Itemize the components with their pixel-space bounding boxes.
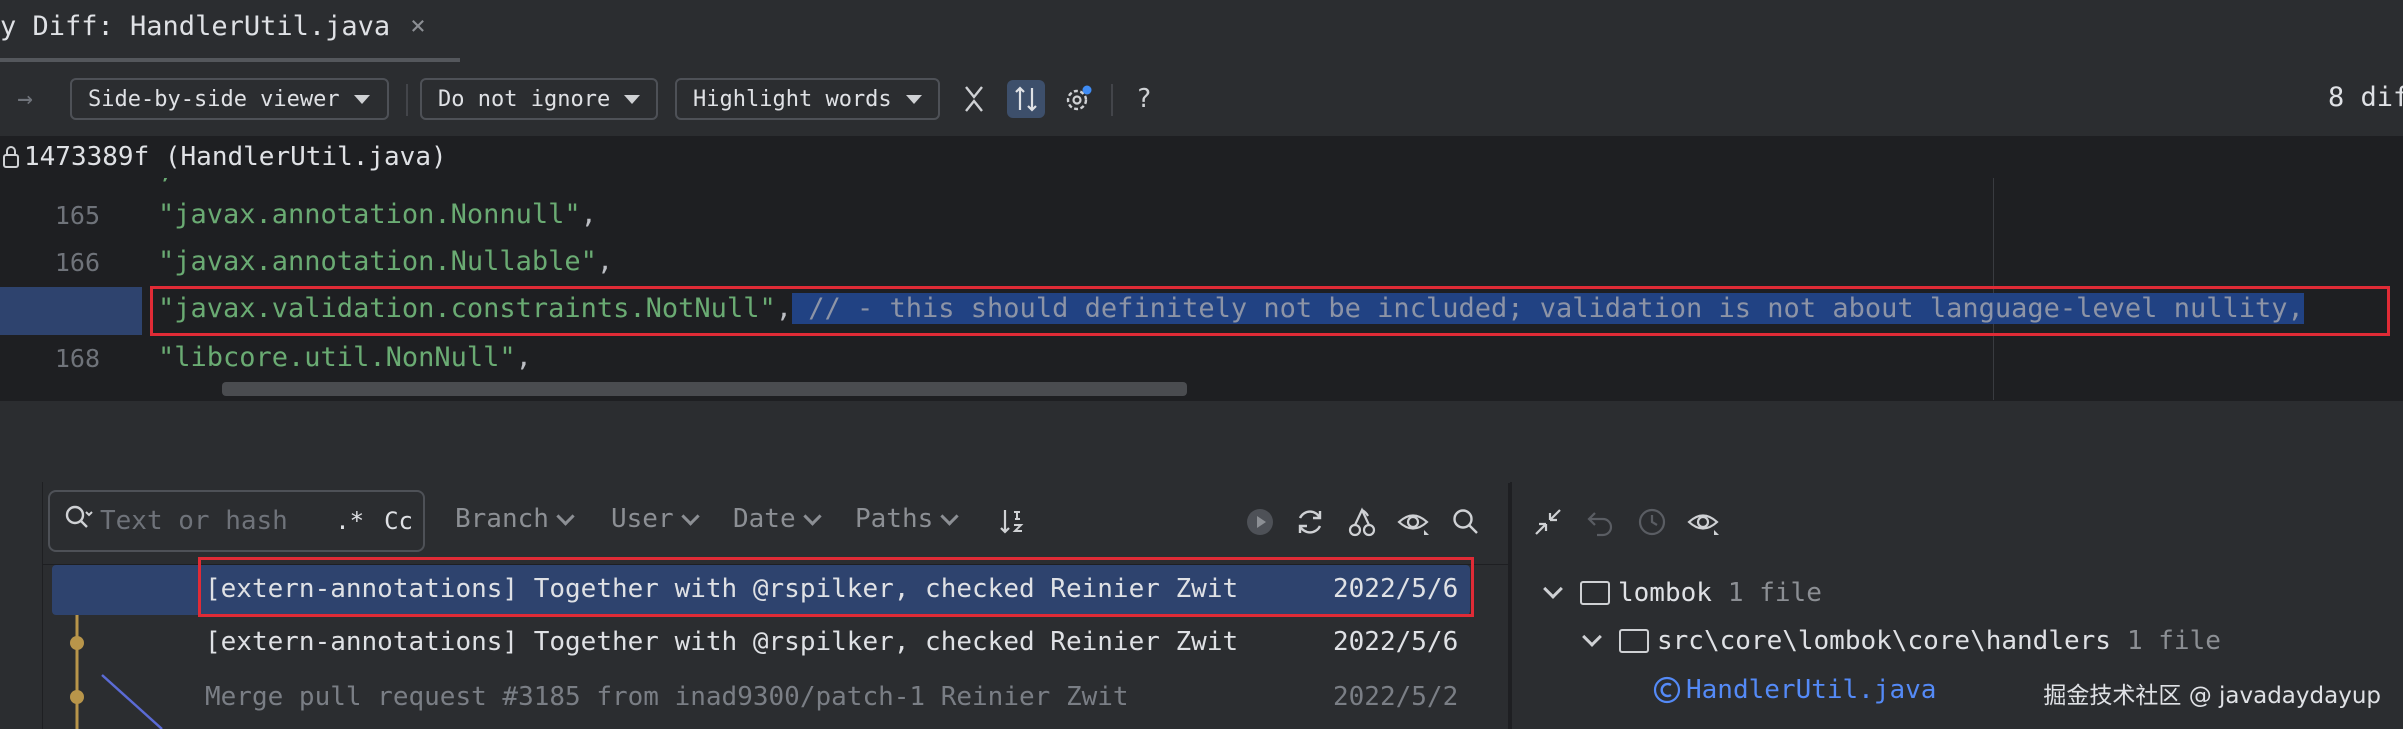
commit-message-text: [extern-annotations] Together with @rspi… xyxy=(205,627,1035,657)
tree-node-folder[interactable]: src\core\lombok\core\handlers 1 file xyxy=(1582,626,2221,656)
help-button[interactable]: ? xyxy=(1125,80,1163,118)
lock-icon xyxy=(3,146,19,168)
selected-line-gutter xyxy=(0,287,142,335)
cherry-pick-icon[interactable] xyxy=(1344,504,1380,540)
viewer-mode-dropdown[interactable]: Side-by-side viewer xyxy=(70,78,389,120)
chevron-down-icon xyxy=(624,94,641,104)
diff-count: 8 dif xyxy=(2328,82,2403,113)
search-input[interactable] xyxy=(98,505,332,537)
horizontal-scrollbar[interactable] xyxy=(222,382,1187,396)
code-punctuation: , xyxy=(515,342,532,373)
history-clock-icon[interactable] xyxy=(1634,504,1670,540)
chevron-down-icon[interactable] xyxy=(1582,627,1602,647)
close-icon[interactable]: × xyxy=(410,11,426,41)
code-string: "javax.annotation.Nonnull" xyxy=(158,199,581,230)
code-string: "libcore.util.NonNull" xyxy=(158,342,516,373)
chevron-down-icon xyxy=(940,506,959,526)
left-tool-strip xyxy=(0,482,43,729)
commit-message[interactable]: Merge pull request #3185 from inad9300/p… xyxy=(205,682,1129,712)
undo-icon[interactable] xyxy=(1582,504,1618,540)
settings-gear-icon[interactable] xyxy=(1059,80,1097,118)
diff-tab[interactable]: y Diff: HandlerUtil.java × xyxy=(0,0,426,52)
match-case-toggle[interactable]: Cc xyxy=(384,507,413,535)
sort-icon[interactable] xyxy=(994,504,1030,540)
file-name: HandlerUtil.java xyxy=(1686,675,1937,705)
file-count: 1 file xyxy=(2126,626,2221,656)
ignore-label: Do not ignore xyxy=(438,86,611,112)
expand-collapse-icon[interactable] xyxy=(1530,504,1566,540)
code-line: "libcore.util.NonNull", xyxy=(158,342,532,373)
revision-label: 1473389f (HandlerUtil.java) xyxy=(24,142,447,172)
sync-scroll-icon[interactable] xyxy=(1007,80,1045,118)
eye-icon[interactable] xyxy=(1686,504,1722,540)
toolbar-separator xyxy=(406,84,408,116)
tree-node-root[interactable]: lombok 1 file xyxy=(1543,578,1822,608)
java-class-icon xyxy=(1653,676,1681,704)
log-search-box[interactable]: .* Cc xyxy=(48,490,425,552)
chevron-down-icon xyxy=(556,506,575,526)
code-string: "javax.annotation.Nullable" xyxy=(158,246,597,277)
chevron-down-icon[interactable] xyxy=(1543,579,1563,599)
commit-date: 2022/5/2 xyxy=(1333,682,1459,712)
paths-filter-label: Paths xyxy=(855,504,934,534)
highlight-label: Highlight words xyxy=(693,86,892,112)
search-icon[interactable] xyxy=(64,504,98,539)
commit-author: Reinier Zwit xyxy=(940,682,1129,712)
code-line-partial: , xyxy=(158,178,174,185)
code-line: "javax.annotation.Nullable", xyxy=(158,246,613,277)
line-number: 165 xyxy=(54,201,100,230)
highlight-mode-dropdown[interactable]: Highlight words xyxy=(675,78,940,120)
date-filter-label: Date xyxy=(733,504,796,534)
highlight-box xyxy=(150,286,2390,336)
collapse-unchanged-icon[interactable] xyxy=(955,80,993,118)
chevron-down-icon xyxy=(905,94,922,104)
chevron-down-icon xyxy=(680,506,700,526)
folder-icon xyxy=(1619,629,1649,653)
user-filter-label: User xyxy=(611,504,674,534)
ignore-whitespace-dropdown[interactable]: Do not ignore xyxy=(420,78,658,120)
user-filter[interactable]: User xyxy=(611,504,700,534)
refresh-icon[interactable] xyxy=(1292,504,1328,540)
revision-header: 1473389f (HandlerUtil.java) xyxy=(0,136,2403,178)
paths-filter[interactable]: Paths xyxy=(855,504,959,534)
commit-message-text: Merge pull request #3185 from inad9300/p… xyxy=(205,682,926,712)
tree-node-label: lombok xyxy=(1618,578,1712,608)
toolbar-separator xyxy=(1111,84,1113,116)
viewer-mode-label: Side-by-side viewer xyxy=(88,86,340,112)
cherry-pick-play-icon[interactable] xyxy=(1242,504,1278,540)
commit-message[interactable]: [extern-annotations] Together with @rspi… xyxy=(205,627,1238,657)
tree-node-file[interactable]: HandlerUtil.java xyxy=(1652,675,1936,705)
chevron-down-icon xyxy=(802,506,822,526)
regex-toggle[interactable]: .* xyxy=(335,507,364,535)
date-filter[interactable]: Date xyxy=(733,504,822,534)
commit-date: 2022/5/6 xyxy=(1333,627,1459,657)
watermark: 掘金技术社区 @ javadaydayup xyxy=(2043,683,2381,709)
commit-author: Reinier Zwit xyxy=(1050,627,1239,657)
module-folder-icon xyxy=(1580,581,1610,605)
next-arrow-icon[interactable]: → xyxy=(6,80,44,118)
line-number: 166 xyxy=(54,248,100,277)
diff-editor[interactable]: , 165 "javax.annotation.Nonnull", 166 "j… xyxy=(0,178,2403,400)
tree-node-label: src\core\lombok\core\handlers xyxy=(1657,626,2111,656)
branch-filter[interactable]: Branch xyxy=(455,504,575,534)
file-count: 1 file xyxy=(1727,578,1822,608)
code-line: "javax.annotation.Nonnull", xyxy=(158,199,597,230)
panel-divider xyxy=(0,400,2403,483)
branch-filter-label: Branch xyxy=(455,504,549,534)
diff-toolbar: → Side-by-side viewer Do not ignore High… xyxy=(0,62,2403,137)
line-number: 168 xyxy=(54,344,100,373)
highlight-box xyxy=(198,557,1474,617)
chevron-down-icon xyxy=(353,94,370,104)
eye-icon[interactable] xyxy=(1396,504,1432,540)
code-punctuation: , xyxy=(596,246,614,277)
search-icon[interactable] xyxy=(1448,504,1484,540)
code-punctuation: , xyxy=(580,199,597,230)
tab-title: y Diff: HandlerUtil.java xyxy=(0,10,391,42)
